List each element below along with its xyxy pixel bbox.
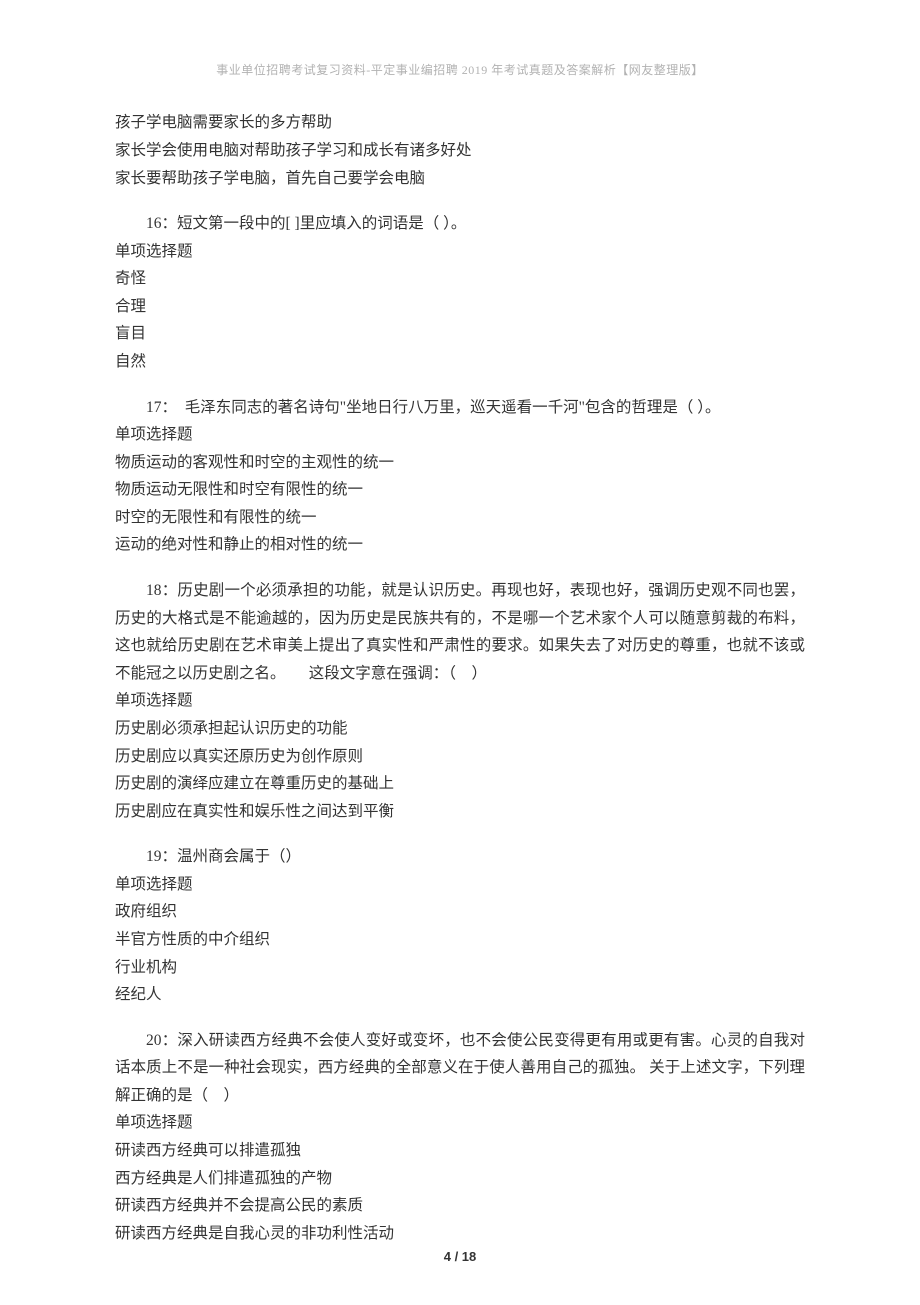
intro-line: 家长要帮助孩子学电脑，首先自己要学会电脑 [115,165,805,193]
option: 运动的绝对性和静止的相对性的统一 [115,531,805,559]
question-type: 单项选择题 [115,687,805,715]
option: 自然 [115,348,805,376]
option: 历史剧应以真实还原历史为创作原则 [115,743,805,771]
option: 物质运动的客观性和时空的主观性的统一 [115,449,805,477]
option: 历史剧的演绎应建立在尊重历史的基础上 [115,770,805,798]
option: 物质运动无限性和时空有限性的统一 [115,476,805,504]
option: 盲目 [115,320,805,348]
question-stem: 20：深入研读西方经典不会使人变好或变坏，也不会使公民变得更有用或更有害。心灵的… [115,1027,805,1110]
option: 政府组织 [115,898,805,926]
option: 研读西方经典可以排遣孤独 [115,1137,805,1165]
option: 半官方性质的中介组织 [115,926,805,954]
option: 历史剧应在真实性和娱乐性之间达到平衡 [115,798,805,826]
option: 行业机构 [115,954,805,982]
question-type: 单项选择题 [115,421,805,449]
question-type: 单项选择题 [115,871,805,899]
question-stem: 16：短文第一段中的[ ]里应填入的词语是（ ）。 [115,210,805,238]
question-18: 18：历史剧一个必须承担的功能，就是认识历史。再现也好，表现也好，强调历史观不同… [115,577,805,825]
option: 西方经典是人们排遣孤独的产物 [115,1165,805,1193]
intro-line: 孩子学电脑需要家长的多方帮助 [115,109,805,137]
option: 合理 [115,293,805,321]
intro-block: 孩子学电脑需要家长的多方帮助 家长学会使用电脑对帮助孩子学习和成长有诸多好处 家… [115,109,805,192]
option: 研读西方经典并不会提高公民的素质 [115,1192,805,1220]
question-17: 17： 毛泽东同志的著名诗句"坐地日行八万里，巡天遥看一千河"包含的哲理是（ ）… [115,394,805,559]
intro-line: 家长学会使用电脑对帮助孩子学习和成长有诸多好处 [115,137,805,165]
option: 研读西方经典是自我心灵的非功利性活动 [115,1220,805,1248]
option: 历史剧必须承担起认识历史的功能 [115,715,805,743]
question-20: 20：深入研读西方经典不会使人变好或变坏，也不会使公民变得更有用或更有害。心灵的… [115,1027,805,1248]
page-header: 事业单位招聘考试复习资料-平定事业编招聘 2019 年考试真题及答案解析【网友整… [115,60,805,81]
question-stem: 19：温州商会属于（） [115,843,805,871]
question-stem: 18：历史剧一个必须承担的功能，就是认识历史。再现也好，表现也好，强调历史观不同… [115,577,805,687]
option: 奇怪 [115,265,805,293]
page-number: 4 / 18 [0,1249,920,1264]
question-type: 单项选择题 [115,238,805,266]
question-type: 单项选择题 [115,1109,805,1137]
question-stem: 17： 毛泽东同志的著名诗句"坐地日行八万里，巡天遥看一千河"包含的哲理是（ ）… [115,394,805,422]
option: 经纪人 [115,981,805,1009]
question-19: 19：温州商会属于（） 单项选择题 政府组织 半官方性质的中介组织 行业机构 经… [115,843,805,1008]
option: 时空的无限性和有限性的统一 [115,504,805,532]
question-16: 16：短文第一段中的[ ]里应填入的词语是（ ）。 单项选择题 奇怪 合理 盲目… [115,210,805,375]
